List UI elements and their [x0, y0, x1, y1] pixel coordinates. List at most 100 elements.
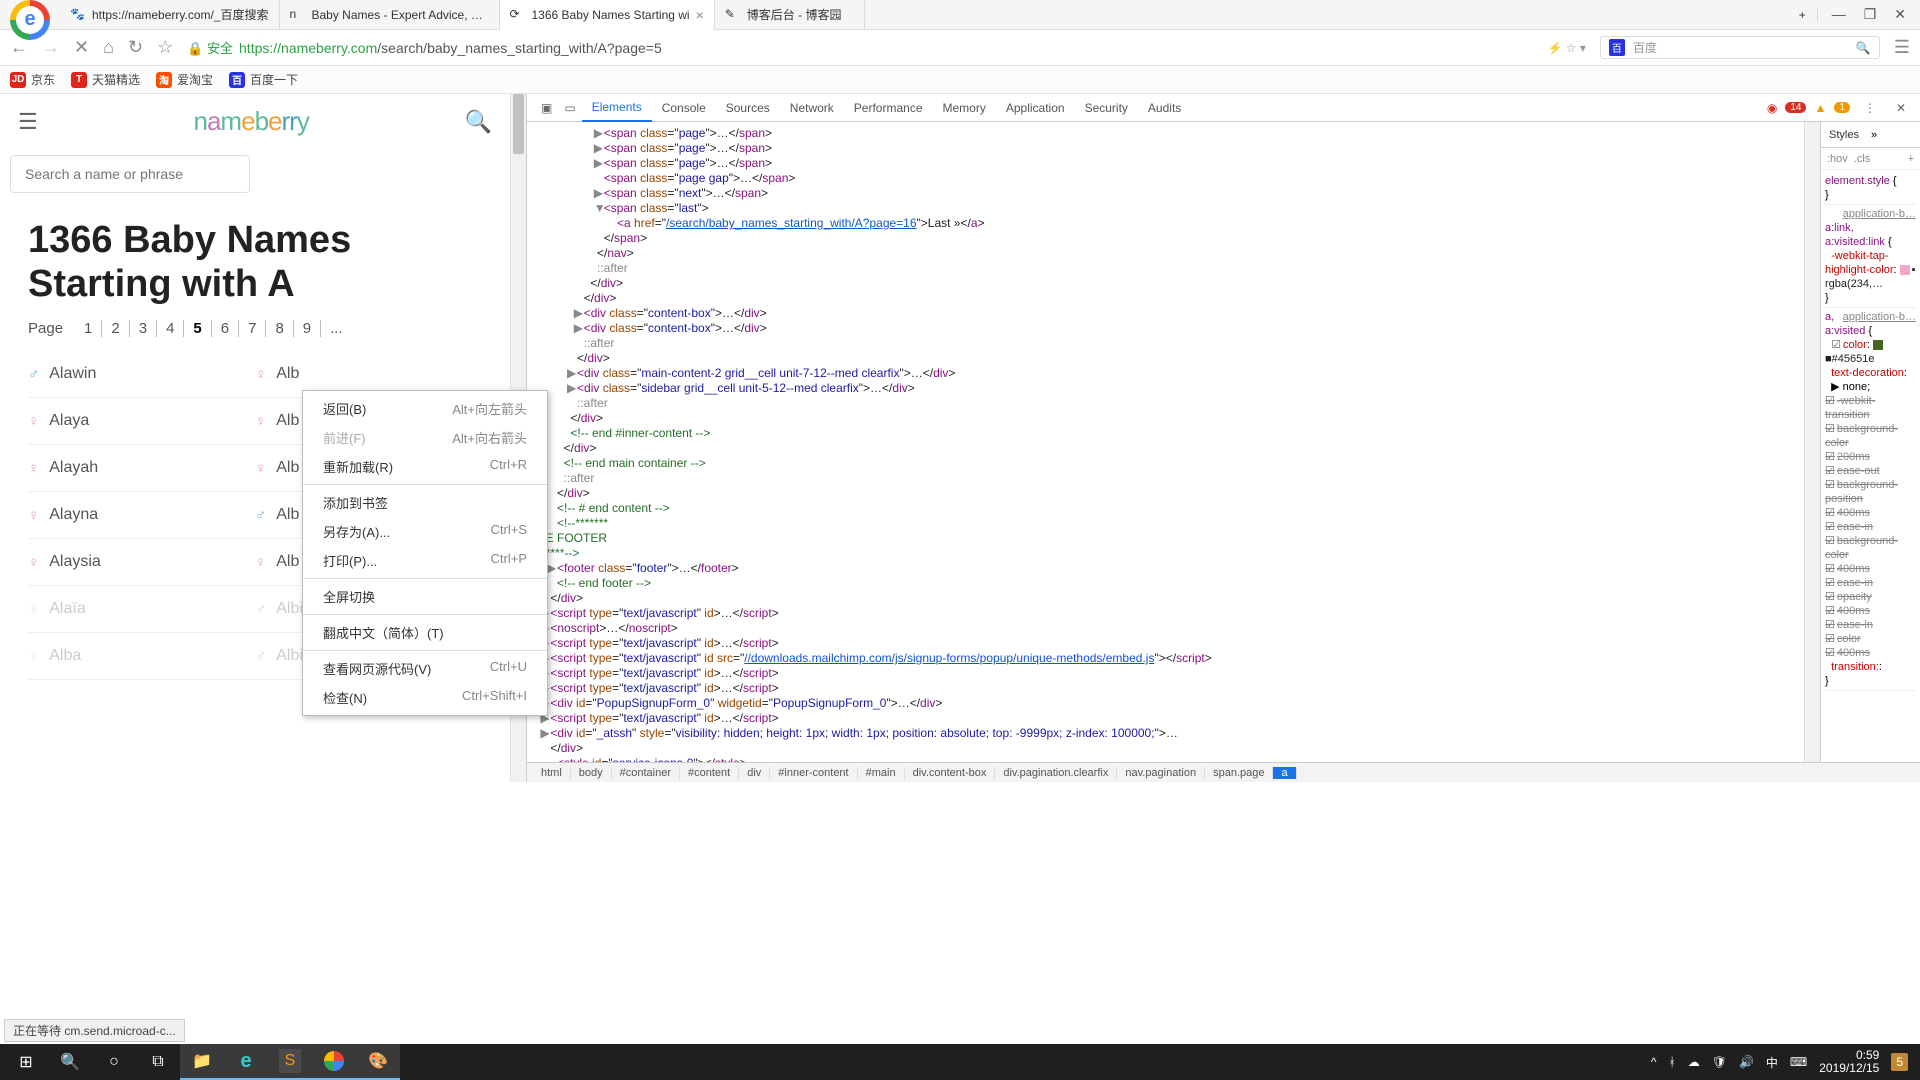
site-search-input[interactable] — [10, 155, 250, 193]
breadcrumb-item[interactable]: a — [1273, 767, 1296, 779]
context-menu-item[interactable]: 打印(P)...Ctrl+P — [303, 546, 547, 575]
page-link[interactable]: ... — [321, 320, 352, 337]
page-link[interactable]: 6 — [212, 320, 239, 337]
taskbar-button[interactable]: 📁 — [180, 1044, 224, 1080]
tray-icon[interactable]: 🛡 — [1712, 1055, 1727, 1069]
context-menu-item[interactable]: 查看网页源代码(V)Ctrl+U — [303, 654, 547, 683]
search-icon[interactable]: 🔍 — [1856, 41, 1871, 55]
inspect-icon[interactable]: ▣ — [535, 101, 558, 115]
url-field[interactable]: 🔒 安全 https://nameberry.com/search/baby_n… — [187, 38, 1533, 57]
breadcrumb-item[interactable]: #inner-content — [770, 767, 857, 779]
name-link[interactable]: ♀Alaysia — [28, 539, 255, 586]
dom-scrollbar[interactable] — [1804, 122, 1820, 762]
name-link[interactable]: ♀Alba — [28, 633, 255, 680]
window-close[interactable]: ✕ — [1894, 6, 1906, 23]
devtools-tab[interactable]: Performance — [844, 94, 933, 122]
notification-badge[interactable]: 5 — [1891, 1053, 1908, 1071]
nav-home[interactable]: ⌂ — [103, 37, 114, 58]
nav-bookmark-star[interactable]: ☆ — [157, 37, 173, 58]
name-link[interactable]: ♀Alaya — [28, 398, 255, 445]
breadcrumb-item[interactable]: body — [571, 767, 612, 779]
page-link[interactable]: 8 — [266, 320, 293, 337]
filter-hov[interactable]: :hov — [1827, 153, 1848, 165]
bookmark-item[interactable]: 淘爱淘宝 — [156, 71, 213, 88]
page-link[interactable]: 4 — [157, 320, 184, 337]
page-link[interactable]: 3 — [130, 320, 157, 337]
devtools-tab[interactable]: Memory — [933, 94, 996, 122]
url-extras[interactable]: ⚡ ☆ ▾ — [1547, 41, 1585, 55]
context-menu-item[interactable]: 检查(N)Ctrl+Shift+I — [303, 683, 547, 712]
breadcrumb-item[interactable]: div.content-box — [905, 767, 996, 779]
tray-icon[interactable]: ☁ — [1688, 1055, 1700, 1069]
devtools-tab[interactable]: Security — [1075, 94, 1138, 122]
breadcrumb-item[interactable]: html — [533, 767, 571, 779]
breadcrumb-item[interactable]: span.page — [1205, 767, 1273, 779]
site-search-icon[interactable]: 🔍 — [465, 109, 492, 135]
breadcrumb-item[interactable]: nav.pagination — [1117, 767, 1205, 779]
dom-breadcrumb[interactable]: htmlbody#container#contentdiv#inner-cont… — [527, 762, 1920, 782]
context-menu[interactable]: 返回(B)Alt+向左箭头前进(F)Alt+向右箭头重新加载(R)Ctrl+R添… — [302, 390, 548, 716]
filter-cls[interactable]: .cls — [1854, 153, 1871, 165]
taskbar-button[interactable]: e — [224, 1044, 268, 1080]
browser-tab[interactable]: 🐾https://nameberry.com/_百度搜索 — [60, 0, 280, 30]
devtools-tab[interactable]: Audits — [1138, 94, 1191, 122]
filter-add[interactable]: + — [1908, 153, 1914, 165]
nav-reload[interactable]: ↻ — [128, 37, 143, 58]
styles-more[interactable]: » — [1871, 129, 1877, 141]
breadcrumb-item[interactable]: #container — [612, 767, 680, 779]
page-link[interactable]: 9 — [294, 320, 321, 337]
context-menu-item[interactable]: 另存为(A)...Ctrl+S — [303, 517, 547, 546]
devtools-tab[interactable]: Console — [652, 94, 716, 122]
tray-icon[interactable]: ^ — [1651, 1055, 1657, 1069]
taskbar-button[interactable] — [312, 1044, 356, 1080]
browser-tab[interactable]: nBaby Names - Expert Advice, Pop — [280, 0, 500, 30]
tray-icon[interactable]: 🔊 — [1739, 1055, 1754, 1069]
taskbar-button[interactable]: ⊞ — [4, 1044, 48, 1080]
tray-icon[interactable]: 中 — [1766, 1054, 1778, 1071]
tray-icon[interactable]: ᚼ — [1669, 1055, 1676, 1069]
taskbar-button[interactable]: 🎨 — [356, 1044, 400, 1080]
context-menu-item[interactable]: 翻成中文（简体）(T) — [303, 618, 547, 647]
name-link[interactable]: ♀Alayna — [28, 492, 255, 539]
browser-tab[interactable]: ✎博客后台 - 博客园 — [715, 0, 865, 30]
taskbar-button[interactable]: 🔍 — [48, 1044, 92, 1080]
browser-menu[interactable]: ☰ — [1894, 37, 1910, 58]
taskbar-clock[interactable]: 0:592019/12/15 — [1819, 1049, 1879, 1075]
browser-tab[interactable]: ⟳1366 Baby Names Starting wi× — [500, 0, 715, 30]
breadcrumb-item[interactable]: div.pagination.clearfix — [995, 767, 1117, 779]
bookmark-item[interactable]: JD京东 — [10, 71, 55, 88]
site-menu-icon[interactable]: ☰ — [18, 109, 38, 135]
page-link[interactable]: 1 — [75, 320, 102, 337]
breadcrumb-item[interactable]: div — [739, 767, 770, 779]
taskbar-button[interactable]: ⧉ — [136, 1044, 180, 1080]
nav-stop[interactable]: ✕ — [74, 37, 89, 58]
new-tab-button[interactable]: + — [1788, 8, 1818, 22]
devtools-close[interactable]: ✕ — [1890, 101, 1912, 115]
bookmark-item[interactable]: T天猫精选 — [71, 71, 140, 88]
nav-back[interactable]: ← — [10, 37, 28, 58]
browser-search-box[interactable]: 百 百度 🔍 — [1600, 36, 1880, 59]
devtools-tab[interactable]: Sources — [716, 94, 780, 122]
devtools-tab[interactable]: Network — [780, 94, 844, 122]
name-link[interactable]: ♀Alayah — [28, 445, 255, 492]
device-icon[interactable]: ▭ — [558, 101, 581, 115]
name-link[interactable]: ♂Alawin — [28, 351, 255, 398]
taskbar-button[interactable]: S — [268, 1044, 312, 1080]
site-logo[interactable]: nameberry — [38, 106, 465, 137]
page-link[interactable]: 2 — [102, 320, 129, 337]
dom-tree[interactable]: ▶<span class="page">…</span> ▶<span clas… — [527, 122, 1804, 762]
page-link[interactable]: 5 — [184, 320, 211, 337]
breadcrumb-item[interactable]: #content — [680, 767, 739, 779]
page-link[interactable]: 7 — [239, 320, 266, 337]
taskbar-button[interactable]: ○ — [92, 1044, 136, 1080]
context-menu-item[interactable]: 返回(B)Alt+向左箭头 — [303, 394, 547, 423]
name-link[interactable]: ♀Alaïa — [28, 586, 255, 633]
devtools-tab[interactable]: Elements — [582, 94, 652, 122]
breadcrumb-item[interactable]: #main — [858, 767, 905, 779]
window-minimize[interactable]: — — [1832, 6, 1846, 23]
window-maximize[interactable]: ❐ — [1864, 6, 1877, 23]
context-menu-item[interactable]: 添加到书签 — [303, 488, 547, 517]
bookmark-item[interactable]: 百百度一下 — [229, 71, 298, 88]
tray-icon[interactable]: ⌨ — [1790, 1055, 1807, 1069]
context-menu-item[interactable]: 全屏切换 — [303, 582, 547, 611]
